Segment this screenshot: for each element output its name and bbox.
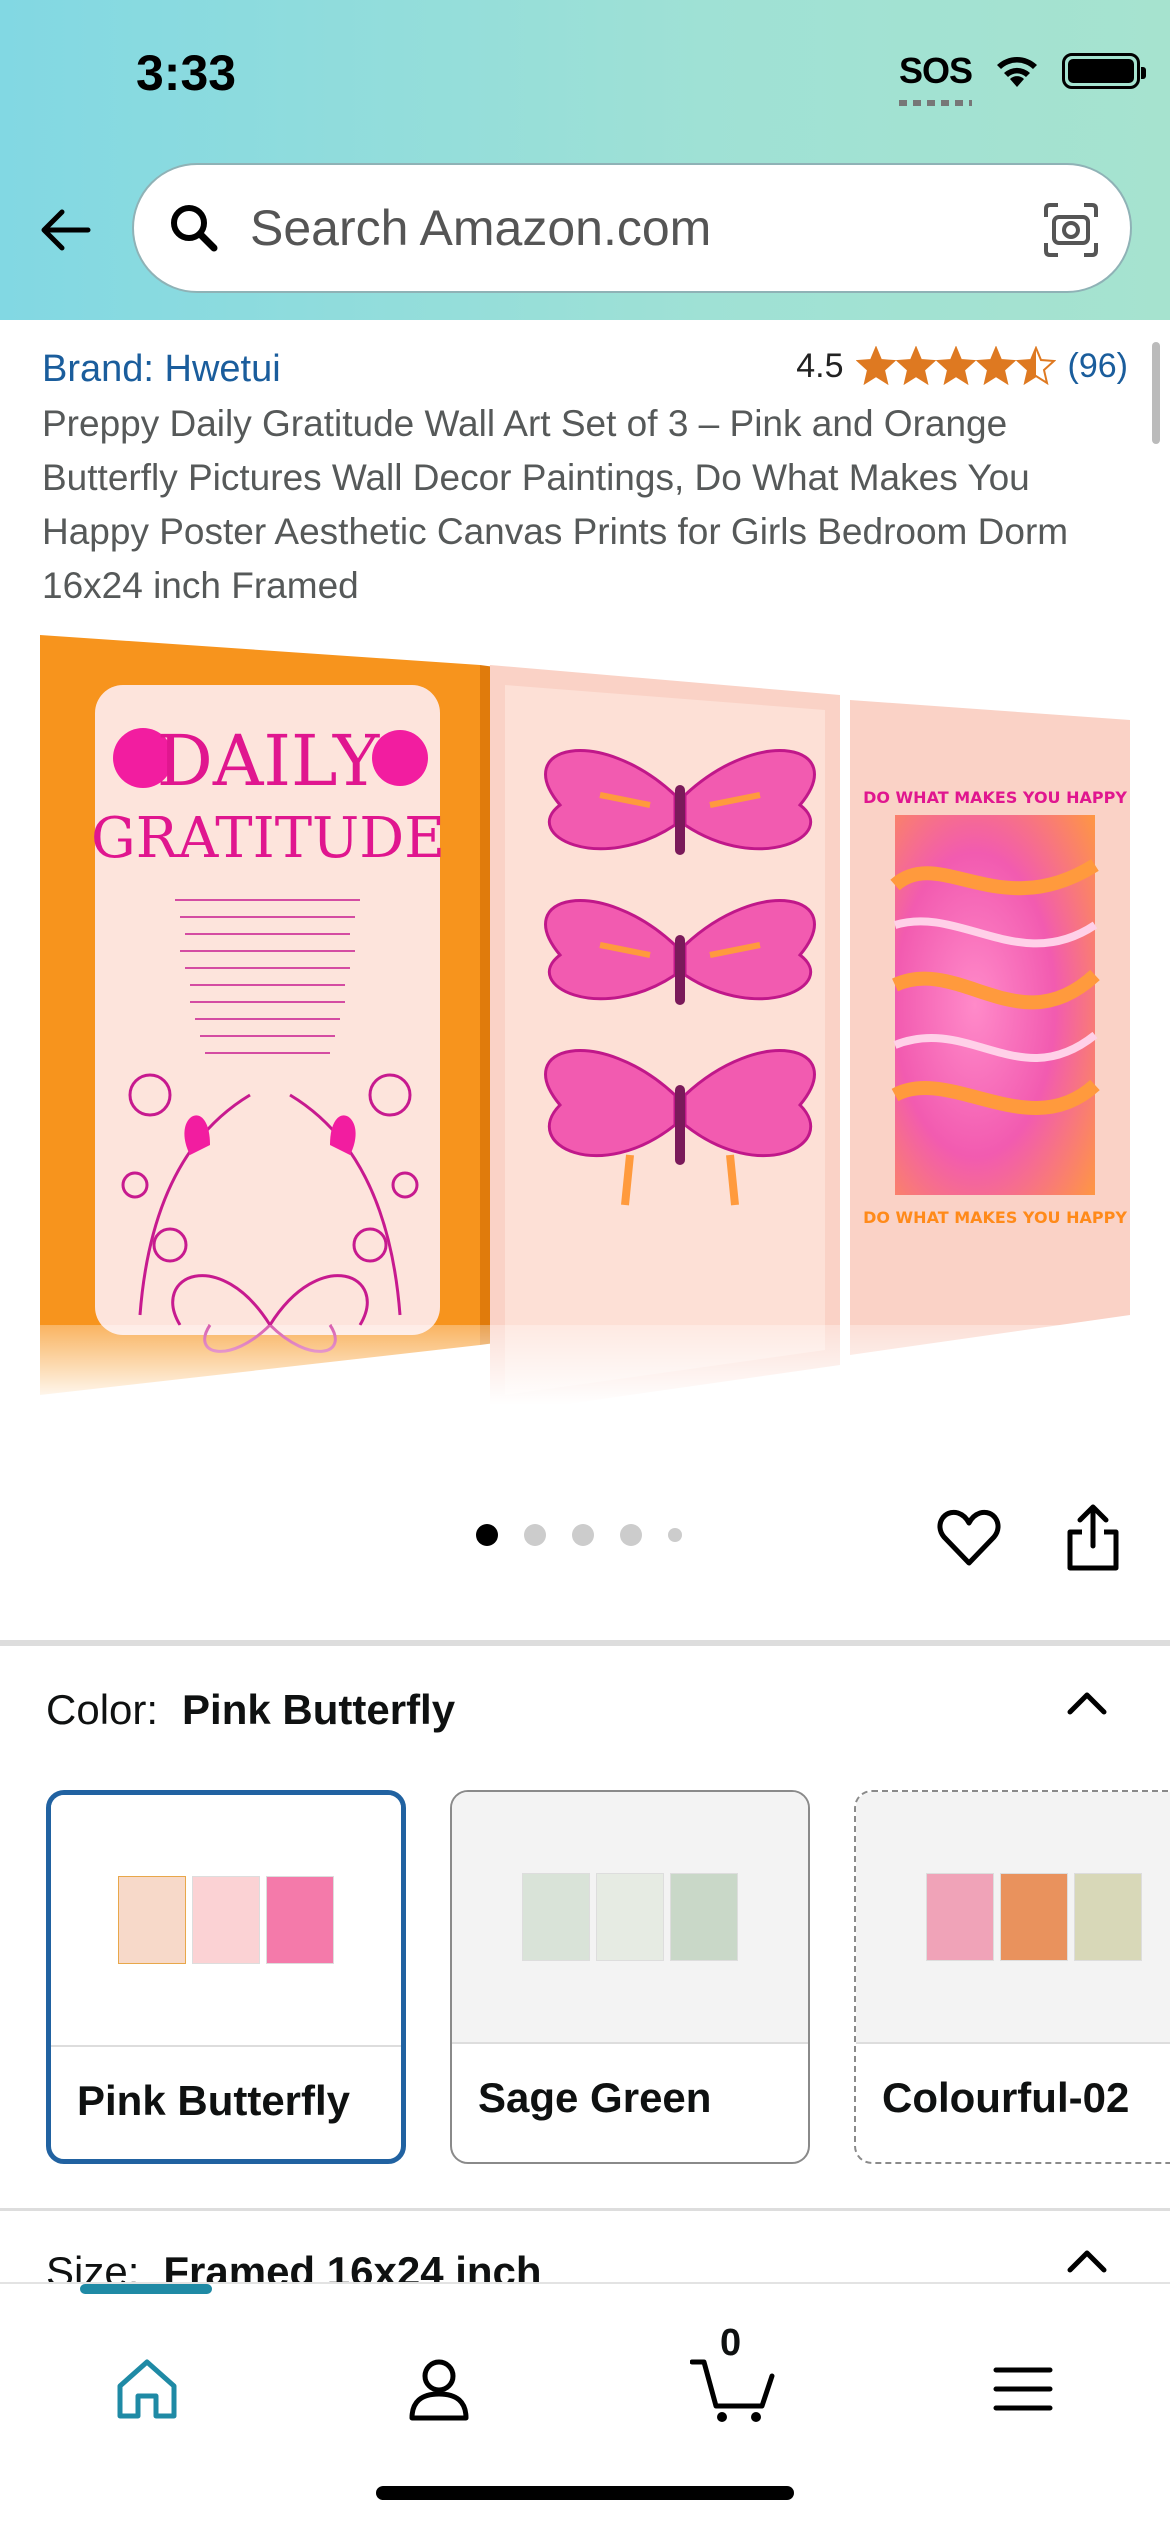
rating-value: 4.5 <box>796 346 844 385</box>
carousel-dots[interactable] <box>476 1524 682 1546</box>
home-indicator <box>376 2486 794 2500</box>
search-input[interactable]: Search Amazon.com <box>250 199 711 257</box>
rating-stars <box>855 346 1056 386</box>
screen: 3:33 SOS Search Amazon.com Brand: Hwetui… <box>0 0 1170 2532</box>
thumb-panel <box>118 1876 186 1964</box>
color-option-sage-green[interactable]: Sage Green <box>450 1790 810 2164</box>
art-panel-butterflies <box>490 665 840 1405</box>
panel3-text-top: DO WHAT MAKES YOU HAPPY <box>863 788 1127 807</box>
star-icon <box>855 346 896 386</box>
carousel-dot[interactable] <box>668 1528 682 1542</box>
account-icon[interactable] <box>404 2354 474 2424</box>
heart-icon[interactable] <box>936 1505 1002 1571</box>
color-label: Color: <box>46 1686 159 1733</box>
thumb-panel <box>192 1876 260 1964</box>
battery-icon <box>1062 53 1146 89</box>
carousel-dot[interactable] <box>572 1524 594 1546</box>
rating-count[interactable]: (96) <box>1068 347 1128 386</box>
carousel-dot[interactable] <box>620 1524 642 1546</box>
brand-link[interactable]: Brand: Hwetui <box>42 348 281 391</box>
wifi-icon <box>997 57 1037 87</box>
menu-icon[interactable] <box>988 2354 1058 2424</box>
header: 3:33 SOS Search Amazon.com <box>0 0 1170 320</box>
signal-dots-icon <box>898 100 972 106</box>
status-icons: SOS <box>898 50 1146 106</box>
swatch-thumbnail <box>452 1792 808 2044</box>
camera-lens-icon[interactable] <box>1042 201 1100 259</box>
thumb-panel <box>1000 1873 1068 1961</box>
thumb-panel <box>596 1873 664 1961</box>
panel1-title-line1: DAILY <box>157 720 380 802</box>
chevron-up-icon[interactable] <box>1064 1680 1110 1726</box>
carousel-dot[interactable] <box>524 1524 546 1546</box>
thumb-panel <box>926 1873 994 1961</box>
home-icon[interactable] <box>112 2354 182 2424</box>
swatch-label: Pink Butterfly <box>77 2077 351 2124</box>
thumb-panel <box>1074 1873 1142 1961</box>
swatch-label: Colourful-02 <box>882 2074 1130 2121</box>
thumb-panel <box>670 1873 738 1961</box>
art-panel-happy: DO WHAT MAKES YOU HAPPY DO WHAT MAKES YO… <box>850 700 1130 1355</box>
sos-label: SOS <box>898 50 973 91</box>
search-icon <box>171 205 218 252</box>
star-icon <box>1015 346 1056 386</box>
swatch-thumbnail <box>856 1792 1170 2044</box>
thumb-panel <box>266 1876 334 1964</box>
section-divider <box>0 2208 1170 2211</box>
panel1-title-line2: GRATITUDE <box>91 806 445 871</box>
carousel-dot[interactable] <box>476 1524 498 1546</box>
product-title: Preppy Daily Gratitude Wall Art Set of 3… <box>42 403 1069 606</box>
sos-indicator: SOS <box>898 50 973 106</box>
product-image[interactable]: DAILY GRATITUDE DO WHAT MAKES YOU HAPPY … <box>40 625 1140 1405</box>
panel3-text-bottom: DO WHAT MAKES YOU HAPPY <box>863 1208 1127 1227</box>
art-panel-gratitude: DAILY GRATITUDE <box>40 635 495 1395</box>
color-option-colourful-02[interactable]: Colourful-02 <box>854 1790 1170 2164</box>
color-selected-value: Pink Butterfly <box>182 1686 456 1733</box>
rating-summary[interactable]: 4.5 (96) <box>796 346 1128 386</box>
chevron-up-icon[interactable] <box>1064 2238 1110 2284</box>
swatch-label: Sage Green <box>478 2074 712 2121</box>
star-icon <box>975 346 1016 386</box>
back-arrow-icon[interactable] <box>36 200 96 260</box>
thumb-panel <box>522 1873 590 1961</box>
search-bar[interactable]: Search Amazon.com <box>132 163 1132 293</box>
star-icon <box>895 346 936 386</box>
color-selector-header: Color: Pink Butterfly <box>46 1686 455 1734</box>
cart-count: 0 <box>720 2322 742 2364</box>
nav-active-indicator <box>80 2284 212 2294</box>
section-divider <box>0 1640 1170 1646</box>
status-time: 3:33 <box>136 45 237 101</box>
share-icon[interactable] <box>1064 1502 1122 1572</box>
star-icon <box>935 346 976 386</box>
color-option-pink-butterfly[interactable]: Pink Butterfly <box>46 1790 406 2164</box>
scrollbar <box>1152 342 1160 444</box>
swatch-thumbnail <box>51 1795 401 2047</box>
